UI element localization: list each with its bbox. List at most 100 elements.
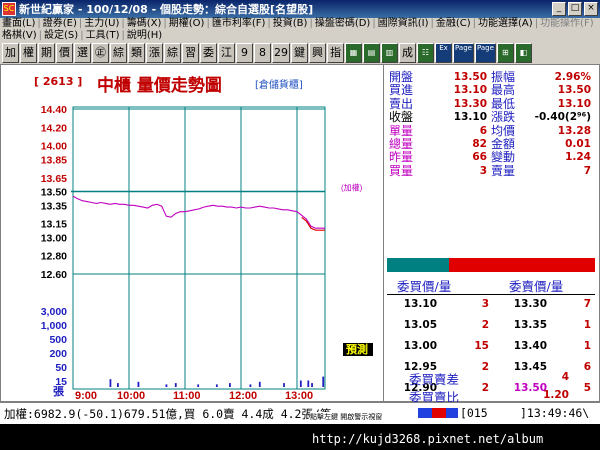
price-tick-label: 14.00 [41, 141, 67, 153]
toolbar-button-25[interactable]: Page [453, 43, 474, 63]
toolbar-button-22[interactable]: 成 [399, 43, 416, 63]
toolbar-button-1[interactable]: 權 [20, 43, 37, 63]
toolbar-button-2[interactable]: 期 [38, 43, 55, 63]
quote-value: 7 [583, 164, 591, 177]
chart-subtitle[interactable]: [倉儲貨櫃] [255, 76, 303, 91]
menu-row1-8[interactable]: 國際資訊(I) [378, 18, 431, 30]
menu-row2-1[interactable]: 設定(S) [44, 30, 80, 42]
menu-row2-2[interactable]: 工具(T) [86, 30, 122, 42]
toolbar-button-6[interactable]: 綜 [110, 43, 127, 63]
toolbar-button-7[interactable]: 類 [128, 43, 145, 63]
toolbar-button-10[interactable]: 習 [182, 43, 199, 63]
quote-label: 賣量 [491, 163, 516, 178]
toolbar-button-8[interactable]: 漲 [146, 43, 163, 63]
panel-divider [383, 64, 384, 402]
menu-row1-10[interactable]: 功能選擇(A) [478, 18, 535, 30]
x-tick-label: 9:00 [75, 390, 97, 401]
bid-ask-diff-label: 委買賣差 [409, 372, 460, 387]
quote-value: 1.24 [565, 151, 591, 164]
toolbar-button-14[interactable]: 8 [254, 43, 271, 63]
menu-row1-1[interactable]: 證券(E) [43, 18, 79, 30]
quote-value: 13.10 [557, 97, 591, 110]
volume-bar [311, 383, 313, 387]
toolbar-button-23[interactable]: ☷ [417, 43, 434, 63]
quote-label: 收盤 [389, 110, 414, 125]
menu-bar: 畫面(L) | 證券(E) | 主力(U) | 籌碼(X) | 期權(O) | 匯市利率(F) | 投資… [0, 18, 600, 42]
forecast-badge: 預測 [346, 342, 368, 356]
toolbar-button-12[interactable]: 江 [218, 43, 235, 63]
x-tick-label: 13:00 [285, 390, 313, 401]
maximize-button[interactable]: □ [568, 2, 582, 16]
x-tick-label: 12:00 [229, 390, 257, 401]
quote-value: 13.28 [557, 124, 591, 137]
toolbar-button-9[interactable]: 綜 [164, 43, 181, 63]
volume-bar [322, 376, 325, 387]
chart-panel: 9:00 10:00 11:00 12:00 13:00 14.40 14.20 14.00 1… [7, 69, 383, 401]
ask-price: 13.35 [513, 319, 547, 331]
toolbar-button-13[interactable]: 9 [236, 43, 253, 63]
toolbar-button-21[interactable]: ▥ [381, 43, 398, 63]
stock-code: [ 2613 ] [34, 75, 83, 88]
price-volume-chart[interactable]: 9:00 10:00 11:00 12:00 13:0014.4014.2014.001… [7, 69, 383, 401]
toolbar-button-16[interactable]: 鍵 [291, 43, 308, 63]
menu-row1-11[interactable]: 功能操作(F) [540, 18, 596, 30]
toolbar-button-20[interactable]: ▤ [363, 43, 380, 63]
menu-row1-2[interactable]: 主力(U) [84, 18, 121, 30]
quote-label: 買進 [389, 83, 414, 98]
toolbar-button-18[interactable]: 指 [327, 43, 344, 63]
quote-value: 0.01 [565, 138, 591, 150]
price-tick-label: 13.85 [41, 154, 67, 166]
price-tick-label: 13.35 [41, 200, 67, 212]
orderbook-row[interactable]: 13.05 2 13.35 1 [387, 319, 595, 333]
quote-label: 昨量 [389, 150, 414, 165]
volume-bar [117, 383, 119, 387]
menu-row2-3[interactable]: 說明(H) [127, 30, 164, 42]
toolbar-button-0[interactable]: 加 [2, 43, 19, 63]
ask-volume: 1 [583, 340, 591, 352]
toolbar-button-4[interactable]: 選 [74, 43, 91, 63]
toolbar-button-19[interactable]: ▦ [345, 43, 362, 63]
orderbook-sell-header: 委賣價/量 [509, 279, 564, 294]
menu-row1-9[interactable]: 金融(C) [436, 18, 473, 30]
close-button[interactable]: × [584, 2, 598, 16]
toolbar-button-3[interactable]: 價 [56, 43, 73, 63]
quote-label: 最高 [491, 83, 516, 98]
minimize-button[interactable]: _ [552, 2, 566, 16]
volume-tick-label: 3,000 [41, 306, 67, 318]
toolbar: 加權期價選㊣綜類漲綜習委江 9 8 29 鍵興指 ▦ ▤ ▥ 成 ☷ Ex Page Page ⊞ ◧ [0, 42, 600, 64]
volume-bar [258, 381, 261, 387]
toolbar-button-24[interactable]: Ex [435, 43, 452, 63]
toolbar-button-17[interactable]: 興 [309, 43, 326, 63]
alert-hint[interactable]: 點擊左鍵 開啟警示視窗 [310, 412, 383, 422]
quote-label: 賣出 [389, 96, 414, 111]
menu-row1-5[interactable]: 匯市利率(F) [212, 18, 268, 30]
menu-row-2: 格棋(V) | 設定(S) | 工具(T) | 說明(H) [2, 30, 164, 42]
toolbar-button-28[interactable]: ◧ [514, 43, 532, 63]
menu-row1-7[interactable]: 操盤密碼(D) [315, 18, 373, 30]
command-input[interactable]: [015 [460, 406, 488, 420]
toolbar-button-11[interactable]: 委 [200, 43, 217, 63]
toolbar-button-15[interactable]: 29 [272, 43, 290, 63]
toolbar-button-27[interactable]: ⊞ [496, 43, 514, 63]
orderbook-row[interactable]: 13.00 15 13.40 1 [387, 340, 595, 354]
bid-volume: 15 [474, 340, 489, 352]
quote-value: 66 [472, 151, 487, 164]
quote-label: 單量 [389, 123, 414, 138]
orderbook-row[interactable]: 13.10 3 13.30 7 [387, 298, 595, 312]
bid-ask-diff-value: 4 [561, 371, 569, 383]
quote-row: 買量 3 賣量 7 [387, 163, 595, 178]
quote-row: 單量 6 均價 13.28 [387, 123, 595, 138]
menu-row1-4[interactable]: 期權(O) [169, 18, 207, 30]
menu-row1-3[interactable]: 籌碼(X) [127, 18, 164, 30]
status-color-bar [418, 408, 458, 418]
quote-row: 買進 13.10 最高 13.50 [387, 84, 595, 97]
quote-value: 82 [472, 138, 487, 150]
volume-tick-label: 1,000 [41, 320, 67, 332]
volume-tick-label: 500 [49, 334, 67, 346]
menu-row2-0[interactable]: 格棋(V) [2, 30, 39, 42]
menu-row1-0[interactable]: 畫面(L) [2, 18, 37, 30]
toolbar-button-5[interactable]: ㊣ [92, 43, 109, 63]
price-tick-label: 14.40 [41, 104, 67, 116]
toolbar-button-26[interactable]: Page [474, 43, 496, 63]
menu-row1-6[interactable]: 投資(B) [273, 18, 310, 30]
